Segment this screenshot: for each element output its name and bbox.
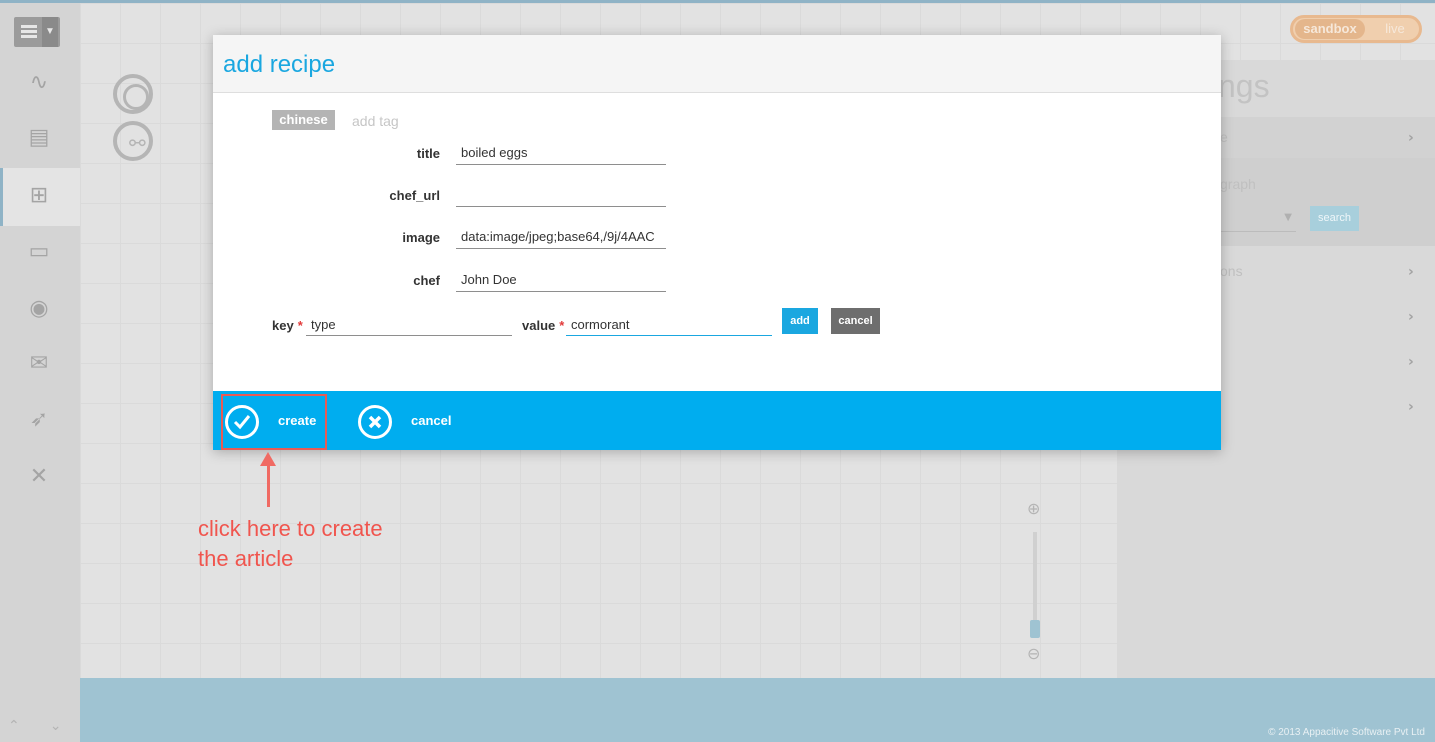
key-input[interactable]: [306, 313, 512, 336]
image-label: image: [402, 230, 440, 245]
annotation-line-2: the article: [198, 546, 294, 571]
zoom-slider-handle[interactable]: [1030, 620, 1040, 638]
target-icon[interactable]: [113, 74, 153, 114]
right-panel-subsection-label: graph: [1220, 176, 1256, 192]
chevron-right-icon[interactable]: ›: [1408, 130, 1414, 146]
chef-url-input[interactable]: [456, 183, 666, 207]
footer: © 2013 Appacitive Software Pvt Ltd: [80, 678, 1435, 742]
close-icon: [358, 405, 392, 439]
image-input[interactable]: [456, 225, 666, 249]
rocket-icon[interactable]: ➶: [24, 405, 54, 435]
required-mark: *: [297, 318, 303, 333]
tools-icon[interactable]: ✕: [24, 462, 54, 492]
chevron-right-icon[interactable]: ›: [1408, 354, 1414, 370]
value-label: value *: [522, 318, 565, 333]
chef-input[interactable]: [456, 268, 666, 292]
data-icon[interactable]: ▤: [24, 123, 54, 153]
required-mark: *: [559, 318, 565, 333]
dialog-footer: create cancel: [213, 391, 1221, 450]
right-panel-row-label: ons: [1220, 263, 1243, 279]
chevron-down-icon: ▼: [1284, 212, 1292, 223]
right-panel-select[interactable]: ▼: [1220, 208, 1296, 232]
tag-chip[interactable]: chinese: [272, 110, 335, 130]
hierarchy-icon[interactable]: ⊞: [24, 181, 54, 211]
annotation-text: click here to create the article: [198, 514, 458, 574]
broadcast-icon[interactable]: ◉: [24, 294, 54, 324]
zoom-out-icon[interactable]: ⊖: [1027, 644, 1040, 663]
add-recipe-dialog: add recipe chinese add tag title chef_ur…: [213, 35, 1221, 450]
zoom-in-icon[interactable]: ⊕: [1027, 499, 1040, 518]
annotation-arrow: [267, 462, 270, 507]
live-option[interactable]: live: [1373, 19, 1417, 39]
create-button-highlight: [221, 394, 327, 450]
sidebar-scroll-arrows[interactable]: ⌃⌄: [8, 718, 91, 734]
chevron-right-icon[interactable]: ›: [1408, 264, 1414, 280]
chef-label: chef: [413, 273, 440, 288]
sidebar: ▼ ∿ ▤ ⊞ ▭ ◉ ✉ ➶ ✕ ⌃⌄: [0, 3, 80, 742]
chevron-down-icon: ▼: [42, 17, 58, 47]
chevron-right-icon[interactable]: ›: [1408, 309, 1414, 325]
annotation-line-1: click here to create: [198, 516, 383, 541]
cancel-button-label: cancel: [411, 413, 452, 428]
console-icon[interactable]: ▭: [24, 237, 54, 267]
dialog-title: add recipe: [223, 51, 336, 78]
chef-url-label: chef_url: [389, 188, 440, 203]
dialog-header: add recipe: [213, 35, 1221, 93]
add-property-button[interactable]: add: [782, 308, 818, 334]
cancel-button[interactable]: cancel: [357, 391, 467, 450]
pulse-icon[interactable]: ∿: [24, 68, 54, 98]
title-label: title: [416, 146, 440, 161]
right-panel-search-button[interactable]: search: [1310, 206, 1359, 231]
footer-copyright: © 2013 Appacitive Software Pvt Ltd: [1268, 727, 1425, 738]
menu-button[interactable]: ▼: [14, 17, 60, 47]
mail-icon[interactable]: ✉: [24, 349, 54, 379]
title-input[interactable]: [456, 141, 666, 165]
add-tag-link[interactable]: add tag: [352, 113, 399, 129]
environment-toggle[interactable]: sandbox live: [1290, 15, 1422, 43]
chevron-right-icon[interactable]: ›: [1408, 399, 1414, 415]
value-input[interactable]: [566, 313, 772, 336]
right-panel-title: ngs: [1218, 68, 1270, 104]
right-panel-row-label: e: [1220, 129, 1228, 145]
key-label: key *: [272, 318, 303, 333]
list-icon: [21, 25, 37, 39]
sandbox-option[interactable]: sandbox: [1295, 19, 1365, 39]
cancel-property-button[interactable]: cancel: [831, 308, 880, 334]
link-icon[interactable]: ⚯: [113, 121, 153, 161]
